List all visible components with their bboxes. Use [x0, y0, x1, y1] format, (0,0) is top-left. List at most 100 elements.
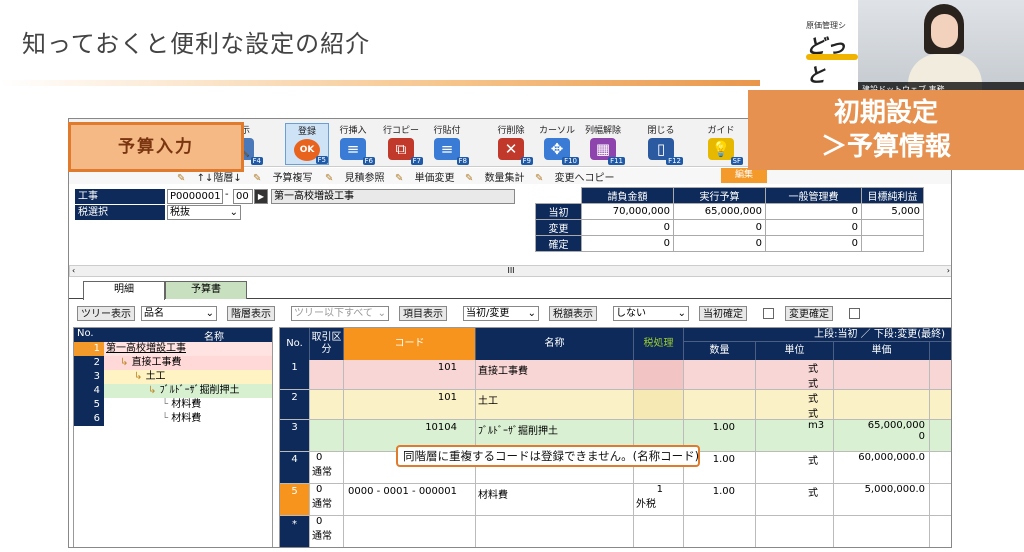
row-paste-icon: ≡	[434, 138, 460, 160]
toolbar-button-4[interactable]: 行コピー ⧉ F7	[379, 123, 423, 165]
summary-row-label: 変更	[535, 219, 582, 236]
grid-cell-torihiki[interactable]	[310, 420, 344, 452]
grid-cell-last[interactable]	[930, 516, 951, 547]
grid-cell-price[interactable]: 5,000,000.0	[834, 484, 930, 516]
grid-cell-torihiki[interactable]	[310, 390, 344, 420]
grid-cell-last[interactable]	[930, 390, 951, 420]
item-display-select[interactable]: 当初/変更 ⌄	[463, 306, 539, 321]
grid-cell-price[interactable]	[834, 516, 930, 547]
toolbar-button-8[interactable]: 列幅解除 ▦ F11	[581, 123, 625, 165]
summary-cell: 0	[673, 219, 766, 236]
tax-select[interactable]: 税抜 ⌄	[167, 205, 241, 220]
tree-row[interactable]: 4 ↳ ﾌﾞﾙﾄﾞｰｻﾞ掘削押土	[74, 384, 272, 398]
change-confirm-checkbox[interactable]	[849, 308, 860, 319]
grid-cell-tax[interactable]	[634, 390, 684, 420]
grid-cell-code[interactable]: 101	[344, 390, 476, 420]
tab-detail[interactable]: 明細	[83, 281, 165, 300]
grid-cell-price[interactable]	[834, 360, 930, 390]
summary-row-label: 確定	[535, 235, 582, 252]
grid-cell-price[interactable]: 65,000,000 0	[834, 420, 930, 452]
toolbar-button-9[interactable]: 閉じる ▯ F12	[639, 123, 683, 165]
function-key-badge: F9	[520, 157, 533, 165]
title-underline	[0, 80, 760, 86]
folder-icon: ↳	[148, 385, 160, 396]
grid-cell-qty[interactable]	[684, 360, 756, 390]
webcam-feed: 建設ドットウェブ 事務...	[858, 0, 1024, 96]
grid-cell-torihiki[interactable]: 0 通常	[310, 452, 344, 484]
grid-header-top-caption: 上段:当初 ／ 下段:変更(最終)	[684, 328, 951, 342]
toolbar-button-3[interactable]: 行挿入 ≡ F6	[331, 123, 375, 165]
summary-cell: 70,000,000	[581, 203, 674, 220]
grid-cell-qty[interactable]: 1.00	[684, 484, 756, 516]
initial-confirm-checkbox[interactable]	[763, 308, 774, 319]
grid-cell-torihiki[interactable]: 0 通常	[310, 516, 344, 547]
grid-cell-price[interactable]: 60,000,000.0	[834, 452, 930, 484]
grid-cell-tax[interactable]	[634, 516, 684, 547]
summary-col-header: 目標純利益	[861, 187, 924, 204]
toolbar-button-7[interactable]: カーソル ✥ F10	[535, 123, 579, 165]
grid-header-price: 単価	[834, 342, 930, 360]
grid-cell-code[interactable]	[344, 516, 476, 547]
tree-row[interactable]: 2 ↳ 直接工事費	[74, 356, 272, 370]
grid-cell-unit[interactable]: 式式	[756, 360, 834, 390]
toolbar-button-10[interactable]: ガイド 💡 SF	[699, 123, 743, 165]
grid-cell-code[interactable]: 101	[344, 360, 476, 390]
action-estimate[interactable]: ✎ 見積参照	[325, 169, 393, 184]
tree-row[interactable]: 1 第一高校増設工事	[74, 342, 272, 356]
estimate-icon: ✎	[325, 173, 337, 184]
action-unit-price[interactable]: ✎ 単価変更	[395, 169, 463, 184]
grid-cell-unit[interactable]: m3	[756, 420, 834, 452]
grid-cell-code[interactable]: 0000 - 0001 - 000001	[344, 484, 476, 516]
tree-row-no: 2	[74, 356, 104, 370]
grid-cell-price[interactable]	[834, 390, 930, 420]
koji-branch-field[interactable]: 00	[233, 189, 253, 204]
summary-cell: 0	[581, 219, 674, 236]
grid-cell-unit[interactable]	[756, 516, 834, 547]
tab-budget-book[interactable]: 予算書	[165, 281, 247, 299]
toolbar-button-label: 行コピー	[382, 126, 419, 136]
koji-code-field[interactable]: P0000001	[167, 189, 223, 204]
tree-row[interactable]: 6 └ 材料費	[74, 412, 272, 426]
grid-cell-qty[interactable]	[684, 516, 756, 547]
summary-col-header: 一般管理費	[765, 187, 862, 204]
tax-amount-select[interactable]: しない ⌄	[613, 306, 689, 321]
level-display-select[interactable]: ツリー以下すべて ⌄	[291, 306, 389, 321]
grid-cell-unit[interactable]: 式式	[756, 390, 834, 420]
grid-cell-unit[interactable]: 式	[756, 452, 834, 484]
grid-cell-torihiki[interactable]: 0 通常	[310, 484, 344, 516]
grid-cell-last[interactable]	[930, 452, 951, 484]
tree-row[interactable]: 5 └ 材料費	[74, 398, 272, 412]
callout-initial-settings: 初期設定 ＞予算情報	[748, 90, 1024, 170]
summary-col-header: 請負金額	[581, 187, 674, 204]
grid-cell-last[interactable]	[930, 420, 951, 452]
grid-cell-name[interactable]	[476, 516, 634, 547]
horizontal-scrollbar[interactable]: ‹ III ›	[69, 265, 951, 277]
scroll-right-icon: ›	[946, 266, 950, 275]
grid-cell-name[interactable]: 土工	[476, 390, 634, 420]
grid-cell-name[interactable]: 直接工事費	[476, 360, 634, 390]
grid-cell-last[interactable]	[930, 360, 951, 390]
toolbar-button-6[interactable]: 行削除 ✕ F9	[489, 123, 533, 165]
summary-cell: 65,000,000	[673, 203, 766, 220]
tree-row[interactable]: 3 ↳ 土工	[74, 370, 272, 384]
koji-lookup-button[interactable]: ▶	[254, 189, 268, 204]
action-quantity-sum[interactable]: ✎ 数量集計	[465, 169, 533, 184]
summary-cell: 0	[673, 235, 766, 252]
tree-row-name: ↳ 土工	[104, 370, 272, 384]
grid-cell-torihiki[interactable]	[310, 360, 344, 390]
toolbar-button-label: 列幅解除	[584, 126, 621, 136]
grid-cell-tax[interactable]: 1 外税	[634, 484, 684, 516]
grid-cell-name[interactable]: 材料費	[476, 484, 634, 516]
action-copy-budget[interactable]: ✎ 予算複写	[253, 169, 321, 184]
toolbar-button-5[interactable]: 行貼付 ≡ F8	[425, 123, 469, 165]
grid-cell-unit[interactable]: 式	[756, 484, 834, 516]
grid-cell-last[interactable]	[930, 484, 951, 516]
tree-display-select[interactable]: 品名 ⌄	[141, 306, 217, 321]
toolbar-button-2[interactable]: 登録 OK F5	[285, 123, 329, 165]
grid-cell-tax[interactable]	[634, 360, 684, 390]
function-key-badge: F11	[608, 157, 625, 165]
leaf-connector-icon: └	[162, 413, 172, 424]
action-change-copy[interactable]: ✎ 変更へコピー	[535, 169, 623, 184]
grid-cell-qty[interactable]	[684, 390, 756, 420]
grid-header-no: No.	[280, 328, 310, 360]
